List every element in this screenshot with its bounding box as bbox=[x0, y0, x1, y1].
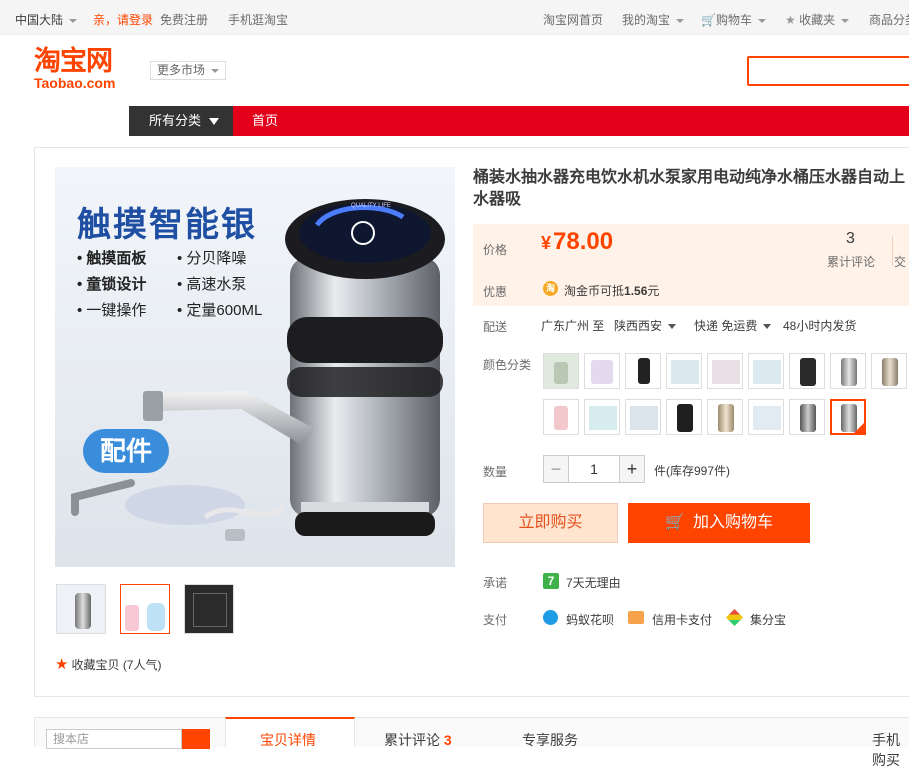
tab-services[interactable]: 专享服务 bbox=[522, 730, 578, 750]
color-label: 颜色分类 bbox=[483, 358, 532, 372]
color-option[interactable] bbox=[543, 353, 579, 389]
thumbnail-3[interactable] bbox=[184, 584, 234, 634]
promise-text[interactable]: 7天无理由 bbox=[566, 574, 621, 591]
color-option[interactable] bbox=[748, 399, 784, 435]
price-label: 价格 bbox=[483, 243, 508, 257]
tab-mobile-buy[interactable]: 手机购买 bbox=[872, 730, 909, 770]
chevron-down-icon bbox=[676, 18, 685, 23]
chevron-down-icon bbox=[763, 324, 772, 330]
site-top-bar: 中国大陆 亲，请登录 免费注册 手机逛淘宝 淘宝网首页 我的淘宝 🛒购物车 ★ … bbox=[0, 0, 909, 35]
shipping-label: 配送 bbox=[483, 320, 508, 334]
review-label[interactable]: 累计评论 bbox=[827, 253, 875, 270]
pay-option-jifenbao[interactable]: 集分宝 bbox=[750, 611, 786, 628]
triangle-down-icon bbox=[209, 118, 220, 126]
ship-method-selector[interactable]: 快递 免运费 bbox=[694, 317, 772, 334]
pay-option-huabei[interactable]: 蚂蚁花呗 bbox=[566, 611, 614, 628]
ship-to-selector[interactable]: 陕西西安 bbox=[614, 317, 677, 334]
promise-label: 承诺 bbox=[483, 576, 508, 590]
cart-icon: 🛒 bbox=[701, 13, 716, 27]
main-product-image[interactable]: 触摸智能银 • 触摸面板 • 分贝降噪 • 童锁设计 • 高速水泵 • 一键操作… bbox=[55, 167, 455, 567]
promo-text: 淘金币可抵1.56元 bbox=[564, 284, 660, 298]
color-option[interactable] bbox=[830, 353, 866, 389]
login-link[interactable]: 亲，请登录 bbox=[93, 11, 153, 28]
payment-label: 支付 bbox=[483, 613, 508, 627]
accessory-badge: 配件 bbox=[83, 429, 169, 473]
review-count[interactable]: 3 bbox=[846, 230, 855, 248]
color-option[interactable] bbox=[625, 399, 661, 435]
chevron-down-icon bbox=[757, 18, 766, 23]
my-taobao-link[interactable]: 我的淘宝 bbox=[622, 11, 685, 28]
quantity-decrease-button[interactable]: − bbox=[543, 455, 569, 483]
quantity-increase-button[interactable]: + bbox=[619, 455, 645, 483]
thumbnail-2[interactable] bbox=[120, 584, 170, 634]
color-option[interactable] bbox=[543, 399, 579, 435]
taojinbi-coin-icon: 淘 bbox=[543, 281, 558, 296]
feature-item: • 定量600ML bbox=[177, 302, 263, 319]
color-option[interactable] bbox=[707, 353, 743, 389]
color-option[interactable] bbox=[707, 399, 743, 435]
feature-item: • 高速水泵 bbox=[177, 276, 247, 293]
category-link[interactable]: 商品分类 bbox=[869, 11, 909, 28]
divider bbox=[892, 236, 893, 266]
huabei-icon bbox=[543, 610, 558, 625]
buy-now-button[interactable]: 立即购买 bbox=[483, 503, 618, 543]
color-option[interactable] bbox=[871, 353, 907, 389]
feature-item: • 一键操作 bbox=[77, 302, 147, 319]
cart-link[interactable]: 🛒购物车 bbox=[701, 11, 766, 28]
chevron-down-icon bbox=[69, 18, 78, 23]
device-brand: QUALITY LIFE bbox=[351, 203, 391, 209]
tab-item-details[interactable]: 宝贝详情 bbox=[260, 730, 316, 750]
quantity-label: 数量 bbox=[483, 465, 508, 479]
add-to-cart-button[interactable]: 🛒 加入购物车 bbox=[628, 503, 810, 543]
collect-item-button[interactable]: ★ 收藏宝贝 (7人气) bbox=[55, 657, 161, 673]
all-categories-button[interactable]: 所有分类 bbox=[129, 106, 233, 136]
color-option[interactable] bbox=[584, 353, 620, 389]
pay-option-credit-card[interactable]: 信用卡支付 bbox=[652, 611, 712, 628]
mobile-link[interactable]: 手机逛淘宝 bbox=[228, 11, 288, 28]
nav-bar bbox=[233, 106, 909, 136]
search-input[interactable] bbox=[747, 56, 909, 86]
color-option[interactable] bbox=[584, 399, 620, 435]
feature-item: • 童锁设计 bbox=[77, 276, 147, 293]
seven-day-return-icon: 7 bbox=[543, 573, 559, 589]
feature-item: • 触摸面板 bbox=[77, 250, 147, 267]
quantity-input[interactable]: 1 bbox=[569, 455, 619, 483]
color-option[interactable] bbox=[789, 353, 825, 389]
product-title: 桶装水抽水器充电饮水机水泵家用电动纯净水桶压水器自动上水器吸 bbox=[473, 169, 906, 208]
more-market-dropdown[interactable]: 更多市场 bbox=[150, 61, 227, 80]
color-option[interactable] bbox=[625, 353, 661, 389]
favorites-link[interactable]: ★ 收藏夹 bbox=[785, 11, 850, 28]
credit-card-icon bbox=[628, 611, 644, 624]
ship-from: 广东广州 至 bbox=[541, 319, 605, 333]
color-option[interactable] bbox=[789, 399, 825, 435]
stock-text: 件(库存997件) bbox=[654, 464, 731, 478]
tab-reviews[interactable]: 累计评论 3 bbox=[384, 730, 452, 750]
promo-area bbox=[473, 272, 909, 306]
ship-time: 48小时内发货 bbox=[783, 319, 857, 333]
color-option[interactable] bbox=[666, 399, 702, 435]
chevron-down-icon bbox=[211, 68, 220, 73]
star-icon: ★ bbox=[785, 13, 796, 27]
color-option[interactable] bbox=[748, 353, 784, 389]
selected-check-icon bbox=[854, 423, 864, 433]
region-selector[interactable]: 中国大陆 bbox=[15, 11, 78, 28]
nav-home-link[interactable]: 首页 bbox=[252, 106, 278, 136]
shop-search-input[interactable]: 搜本店 bbox=[46, 729, 182, 749]
price-value: ¥78.00 bbox=[541, 228, 614, 255]
chevron-down-icon bbox=[841, 18, 850, 23]
chevron-down-icon bbox=[668, 324, 677, 330]
color-option[interactable] bbox=[666, 353, 702, 389]
cart-icon: 🛒 bbox=[665, 514, 685, 531]
color-option-selected[interactable] bbox=[830, 399, 866, 435]
thumbnail-1[interactable] bbox=[56, 584, 106, 634]
promo-label: 优惠 bbox=[483, 285, 508, 299]
image-headline: 触摸智能银 bbox=[77, 205, 257, 245]
feature-item: • 分贝降噪 bbox=[177, 250, 247, 267]
taobao-logo[interactable]: 淘宝网 Taobao.com bbox=[34, 48, 134, 91]
register-link[interactable]: 免费注册 bbox=[160, 11, 208, 28]
home-link[interactable]: 淘宝网首页 bbox=[543, 11, 603, 28]
star-icon: ★ bbox=[55, 656, 69, 673]
search-icon[interactable] bbox=[182, 729, 210, 749]
